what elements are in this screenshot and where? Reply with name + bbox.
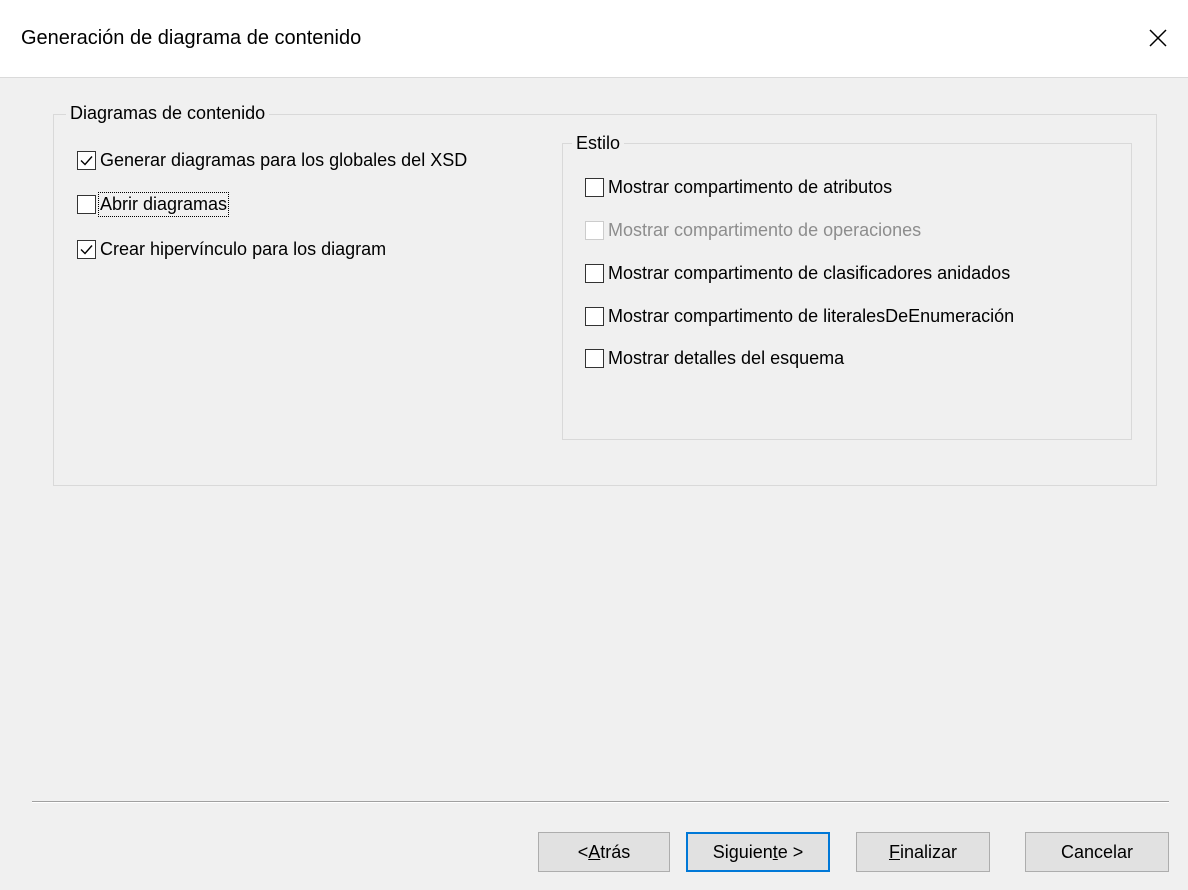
close-button[interactable] [1138, 18, 1178, 58]
back-button[interactable]: < Atrás [538, 832, 670, 872]
checkbox-label: Mostrar compartimento de clasificadores … [608, 263, 1011, 283]
checkbox-box [585, 178, 604, 197]
footer-separator [32, 801, 1169, 803]
next-button-rest: e > [777, 841, 804, 862]
finish-button[interactable]: Finalizar [856, 832, 990, 872]
create-hyperlink-checkbox[interactable]: Crear hipervínculo para los diagram [77, 239, 386, 260]
back-button-accel: A [588, 841, 601, 862]
checkbox-label: Mostrar compartimento de operaciones [608, 220, 922, 240]
checkbox-label: Mostrar compartimento de atributos [608, 177, 893, 197]
title-bar: Generación de diagrama de contenido [0, 0, 1188, 78]
checkbox-label: Abrir diagramas [97, 192, 230, 217]
checkbox-box [585, 221, 604, 240]
cancel-button-label: Cancelar [1060, 841, 1134, 862]
checkbox-box [77, 195, 96, 214]
style-legend: Estilo [572, 133, 625, 154]
finish-button-accel: F [888, 841, 900, 862]
checkbox-label: Mostrar detalles del esquema [608, 348, 845, 368]
cancel-button[interactable]: Cancelar [1025, 832, 1169, 872]
checkbox-box [77, 151, 96, 170]
checkbox-label: Crear hipervínculo para los diagram [100, 239, 387, 259]
checkbox-box [77, 240, 96, 259]
checkmark-icon [80, 245, 93, 255]
checkmark-icon [80, 156, 93, 166]
show-operations-checkbox: Mostrar compartimento de operaciones [585, 220, 921, 241]
show-attributes-checkbox[interactable]: Mostrar compartimento de atributos [585, 177, 892, 198]
next-button-prefix: Siguien [712, 841, 773, 862]
checkbox-label: Generar diagramas para los globales del … [100, 150, 468, 170]
checkbox-box [585, 349, 604, 368]
checkbox-label: Mostrar compartimento de literalesDeEnum… [608, 306, 1015, 326]
window-title: Generación de diagrama de contenido [21, 27, 362, 49]
back-button-rest: trás [600, 841, 631, 862]
title-bar-divider [0, 77, 1188, 78]
show-nested-classifiers-checkbox[interactable]: Mostrar compartimento de clasificadores … [585, 263, 1010, 284]
next-button[interactable]: Siguien t e > [686, 832, 830, 872]
show-schema-details-checkbox[interactable]: Mostrar detalles del esquema [585, 348, 844, 369]
open-diagrams-checkbox[interactable]: Abrir diagramas [77, 192, 230, 217]
checkbox-box [585, 307, 604, 326]
content-diagrams-legend: Diagramas de contenido [66, 103, 270, 124]
checkbox-box [585, 264, 604, 283]
finish-button-rest: inalizar [899, 841, 958, 862]
show-enumeration-literals-checkbox[interactable]: Mostrar compartimento de literalesDeEnum… [585, 306, 1014, 327]
generate-global-diagrams-checkbox[interactable]: Generar diagramas para los globales del … [77, 150, 467, 171]
close-icon [1149, 29, 1167, 47]
back-button-prefix: < [577, 841, 589, 862]
